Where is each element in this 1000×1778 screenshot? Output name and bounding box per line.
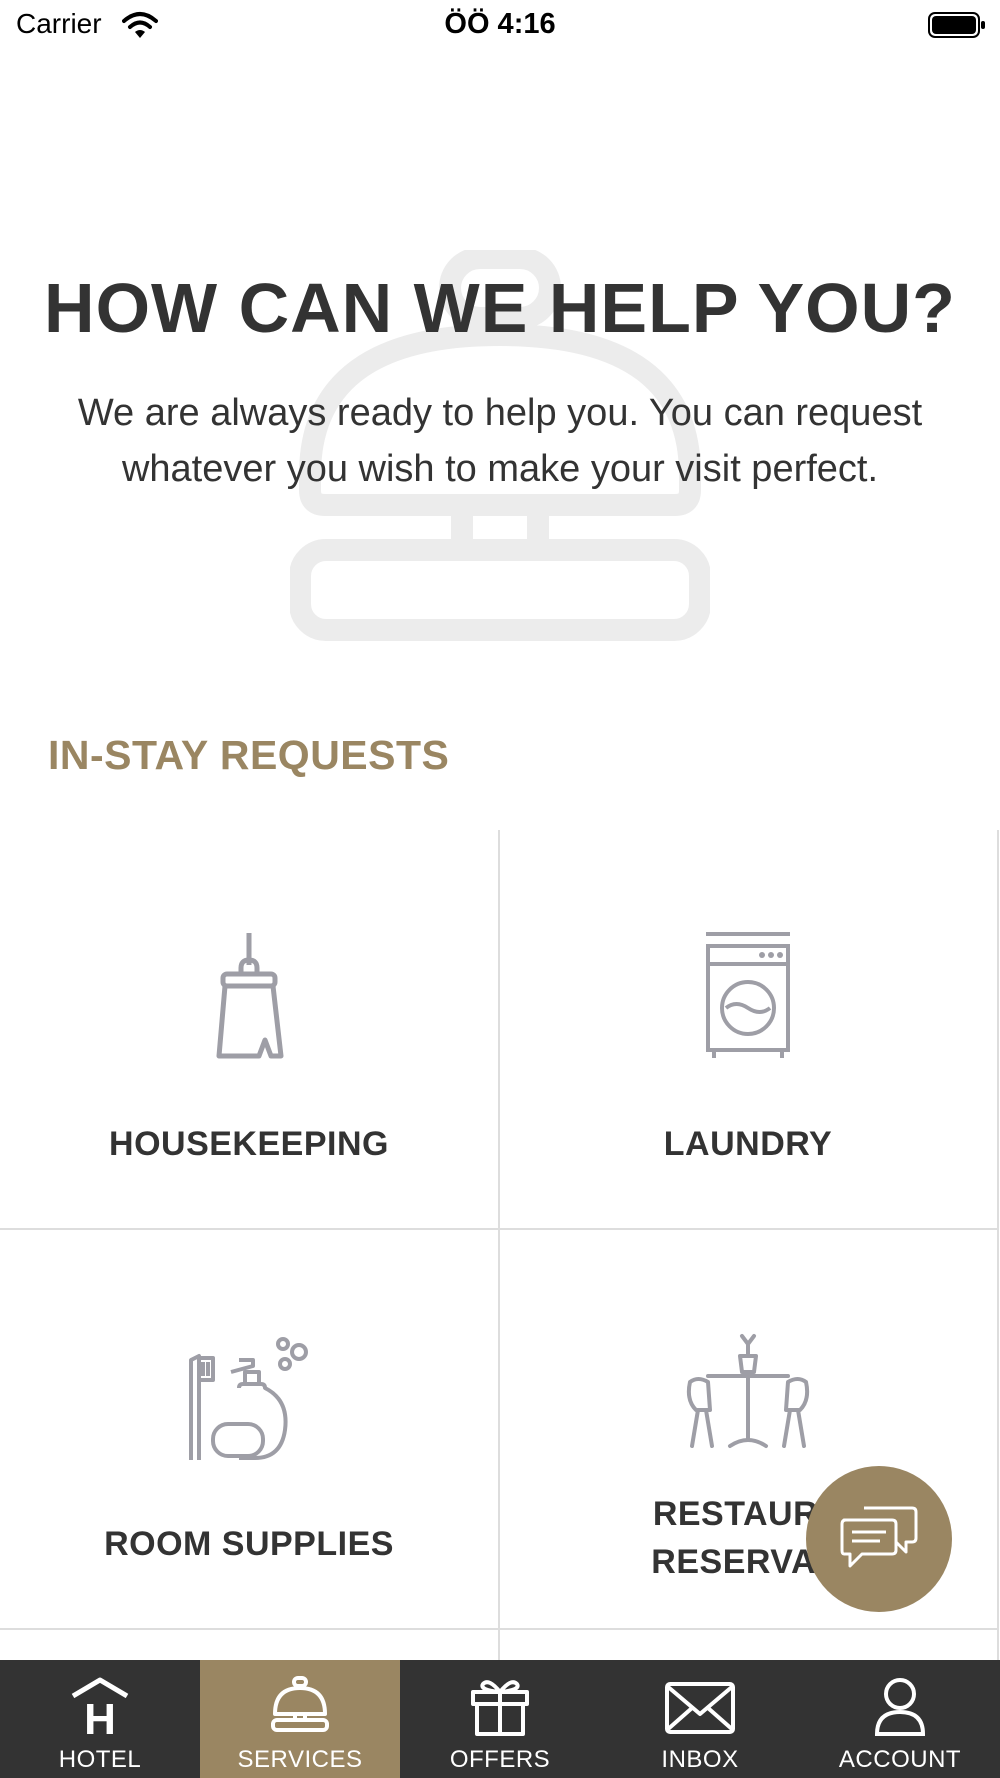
tab-offers[interactable]: OFFERS (400, 1660, 600, 1778)
tile-housekeeping[interactable]: HOUSEKEEPING (0, 830, 500, 1230)
page-title: HOW CAN WE HELP YOU? (44, 269, 956, 347)
status-time: ÖÖ 4:16 (444, 8, 556, 40)
tab-account[interactable]: ACCOUNT (800, 1660, 1000, 1778)
chat-bubbles-icon (840, 1504, 918, 1575)
tile-laundry[interactable]: LAUNDRY (499, 830, 999, 1230)
battery-icon (928, 11, 986, 39)
envelope-icon (665, 1674, 735, 1738)
chat-button[interactable] (806, 1466, 952, 1612)
tile-label: LAUNDRY (663, 1125, 833, 1163)
washing-machine-icon (678, 930, 818, 1060)
service-bell-icon (265, 1674, 335, 1738)
section-title: IN-STAY REQUESTS (48, 732, 450, 778)
tab-label: INBOX (661, 1746, 739, 1773)
status-bar: Carrier ÖÖ 4:16 (0, 0, 1000, 50)
tile-room-supplies[interactable]: ROOM SUPPLIES (0, 1230, 500, 1630)
broom-icon (179, 930, 319, 1060)
svg-text:H: H (84, 1695, 116, 1738)
tile-label: HOUSEKEEPING (109, 1125, 389, 1163)
tab-label: OFFERS (449, 1746, 551, 1773)
hotel-icon: H (65, 1674, 135, 1744)
tab-hotel[interactable]: H HOTEL (0, 1660, 200, 1778)
tile-label: ROOM SUPPLIES (104, 1525, 394, 1563)
tab-bar: H HOTEL SERVICES OFFERS INBOX ACCOUNT (0, 1660, 1000, 1778)
gift-icon (465, 1674, 535, 1738)
tab-inbox[interactable]: INBOX (600, 1660, 800, 1778)
tab-label: HOTEL (58, 1746, 142, 1773)
tab-label: ACCOUNT (838, 1746, 962, 1773)
tab-label: SERVICES (237, 1746, 363, 1773)
user-icon (865, 1674, 935, 1738)
hero-section: HOW CAN WE HELP YOU? We are always ready… (0, 240, 1000, 700)
hero-description: We are always ready to help you. You can… (77, 392, 923, 490)
tab-services[interactable]: SERVICES (200, 1660, 400, 1778)
toiletries-icon (179, 1330, 319, 1460)
dining-table-icon (678, 1330, 818, 1460)
